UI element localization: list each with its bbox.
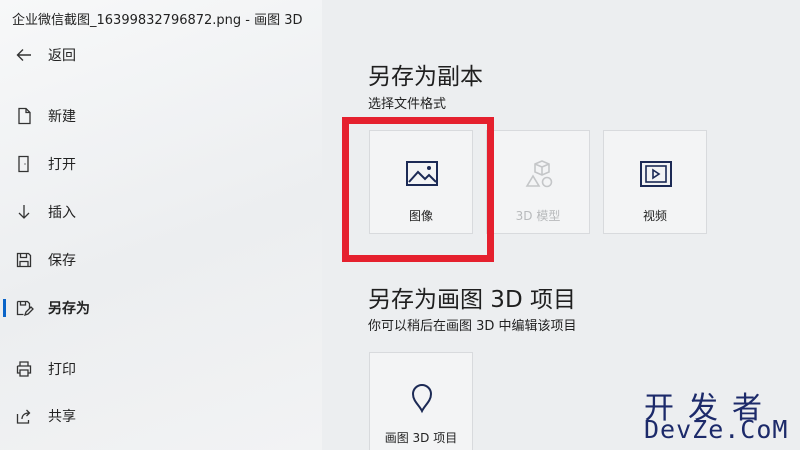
highlight-frame: [342, 117, 494, 262]
insert-icon: [14, 202, 34, 222]
sidebar-item-label: 共享: [48, 409, 76, 425]
share-icon: [14, 406, 34, 426]
format-tile-paint3d-project[interactable]: 画图 3D 项目: [369, 352, 473, 450]
open-icon: [14, 154, 34, 174]
save-copy-heading: 另存为副本: [368, 64, 483, 90]
new-file-icon: [14, 106, 34, 126]
back-arrow-icon: [14, 45, 34, 65]
video-icon: [638, 156, 674, 192]
sidebar-item-label: 保存: [48, 253, 76, 269]
active-indicator: [3, 299, 6, 317]
sidebar-item-label: 打开: [48, 157, 76, 173]
3d-model-icon: [521, 156, 557, 192]
paint3d-project-icon: [404, 378, 440, 414]
window-title: 企业微信截图_16399832796872.png - 画图 3D: [12, 13, 303, 28]
sidebar-item-label: 新建: [48, 109, 76, 125]
tile-label: 画图 3D 项目: [384, 431, 458, 445]
save-project-heading: 另存为画图 3D 项目: [368, 287, 576, 313]
watermark-en: DevZe.CoM: [644, 415, 789, 444]
sidebar-item-share[interactable]: 共享: [0, 396, 322, 436]
sidebar-item-label: 打印: [48, 362, 76, 378]
sidebar-item-label: 另存为: [48, 301, 90, 317]
save-copy-subheading: 选择文件格式: [368, 97, 447, 112]
sidebar-item-open[interactable]: 打开: [0, 144, 322, 184]
tile-label: 视频: [642, 209, 667, 223]
save-icon: [14, 250, 34, 270]
sidebar-item-save-as[interactable]: 另存为: [0, 288, 322, 328]
sidebar-item-save[interactable]: 保存: [0, 240, 322, 280]
save-as-icon: [14, 298, 34, 318]
sidebar-item-label: 插入: [48, 205, 76, 221]
save-project-subheading: 你可以稍后在画图 3D 中编辑该项目: [368, 319, 577, 334]
sidebar-item-label: 返回: [48, 48, 76, 64]
sidebar-item-insert[interactable]: 插入: [0, 192, 322, 232]
print-icon: [14, 359, 34, 379]
format-tile-video[interactable]: 视频: [603, 130, 707, 234]
sidebar-item-print[interactable]: 打印: [0, 349, 322, 389]
tile-label: 3D 模型: [515, 209, 561, 223]
sidebar-item-back[interactable]: 返回: [0, 35, 322, 75]
sidebar-item-new[interactable]: 新建: [0, 96, 322, 136]
format-tile-3d-model: 3D 模型: [486, 130, 590, 234]
